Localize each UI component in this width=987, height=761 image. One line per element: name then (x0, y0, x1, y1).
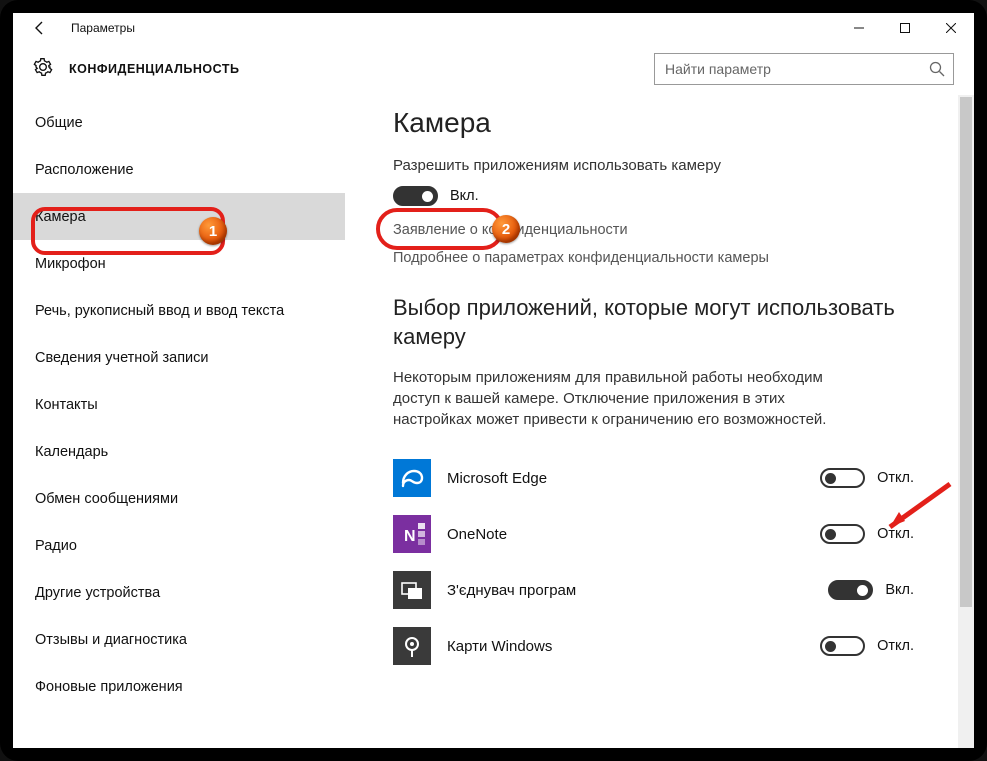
app-row-2: З'єднувач програм Вкл. (393, 564, 914, 616)
titlebar: Параметры (13, 13, 974, 43)
svg-text:N: N (404, 528, 416, 545)
sidebar-item-10[interactable]: Другие устройства (13, 569, 345, 616)
sidebar-item-1[interactable]: Расположение (13, 146, 345, 193)
sidebar-item-9[interactable]: Радио (13, 522, 345, 569)
choose-apps-description: Некоторым приложениям для правильной раб… (393, 367, 853, 430)
app-toggle[interactable] (820, 524, 865, 544)
main-pane: Камера Разрешить приложениям использоват… (345, 95, 974, 748)
app-toggle[interactable] (820, 636, 865, 656)
app-toggle-label: Вкл. (885, 582, 914, 598)
maximize-icon (900, 23, 910, 33)
close-button[interactable] (928, 13, 974, 43)
minimize-icon (854, 23, 864, 33)
window-title: Параметры (71, 21, 135, 35)
app-row-0: Microsoft Edge Откл. (393, 452, 914, 504)
header: КОНФИДЕНЦИАЛЬНОСТЬ (13, 43, 974, 95)
arrow-left-icon (32, 20, 48, 36)
sidebar-item-5[interactable]: Сведения учетной записи (13, 334, 345, 381)
settings-window: Параметры КОНФИДЕНЦИАЛЬНОСТЬ ОбщиеРаспол… (13, 13, 974, 748)
app-name: OneNote (447, 526, 820, 543)
sidebar-item-4[interactable]: Речь, рукописный ввод и ввод текста (13, 287, 345, 334)
app-toggle-label: Откл. (877, 638, 914, 654)
search-input[interactable] (655, 54, 953, 84)
close-icon (946, 23, 956, 33)
minimize-button[interactable] (836, 13, 882, 43)
master-toggle-row: Вкл. (393, 186, 914, 206)
section-heading: Камера (393, 107, 914, 139)
learn-more-link[interactable]: Подробнее о параметрах конфиденциальност… (393, 250, 914, 266)
app-name: Microsoft Edge (447, 470, 820, 487)
page-title: КОНФИДЕНЦИАЛЬНОСТЬ (69, 62, 239, 76)
app-icon (393, 571, 431, 609)
app-icon (393, 459, 431, 497)
master-toggle-label: Вкл. (450, 188, 479, 204)
app-row-3: Карти Windows Откл. (393, 620, 914, 672)
sidebar-item-6[interactable]: Контакты (13, 381, 345, 428)
maximize-button[interactable] (882, 13, 928, 43)
app-icon: N (393, 515, 431, 553)
app-name: Карти Windows (447, 638, 820, 655)
app-toggle[interactable] (828, 580, 873, 600)
sidebar-item-0[interactable]: Общие (13, 99, 345, 146)
app-row-1: N OneNote Откл. (393, 508, 914, 560)
sidebar-item-12[interactable]: Фоновые приложения (13, 663, 345, 710)
app-toggle-label: Откл. (877, 526, 914, 542)
search-icon (929, 61, 945, 82)
sidebar-item-2[interactable]: Камера (13, 193, 345, 240)
choose-apps-heading: Выбор приложений, которые могут использо… (393, 294, 914, 351)
sidebar-item-7[interactable]: Календарь (13, 428, 345, 475)
sidebar-item-3[interactable]: Микрофон (13, 240, 345, 287)
sidebar-item-8[interactable]: Обмен сообщениями (13, 475, 345, 522)
master-toggle[interactable] (393, 186, 438, 206)
back-button[interactable] (29, 20, 51, 36)
privacy-statement-link[interactable]: Заявление о конфиденциальности (393, 222, 914, 238)
sidebar: ОбщиеРасположениеКамераМикрофонРечь, рук… (13, 95, 345, 748)
app-toggle[interactable] (820, 468, 865, 488)
search-box[interactable] (654, 53, 954, 85)
sidebar-item-11[interactable]: Отзывы и диагностика (13, 616, 345, 663)
allow-apps-label: Разрешить приложениям использовать камер… (393, 157, 914, 174)
gear-icon (33, 57, 53, 82)
app-toggle-label: Откл. (877, 470, 914, 486)
app-name: З'єднувач програм (447, 582, 828, 599)
app-icon (393, 627, 431, 665)
